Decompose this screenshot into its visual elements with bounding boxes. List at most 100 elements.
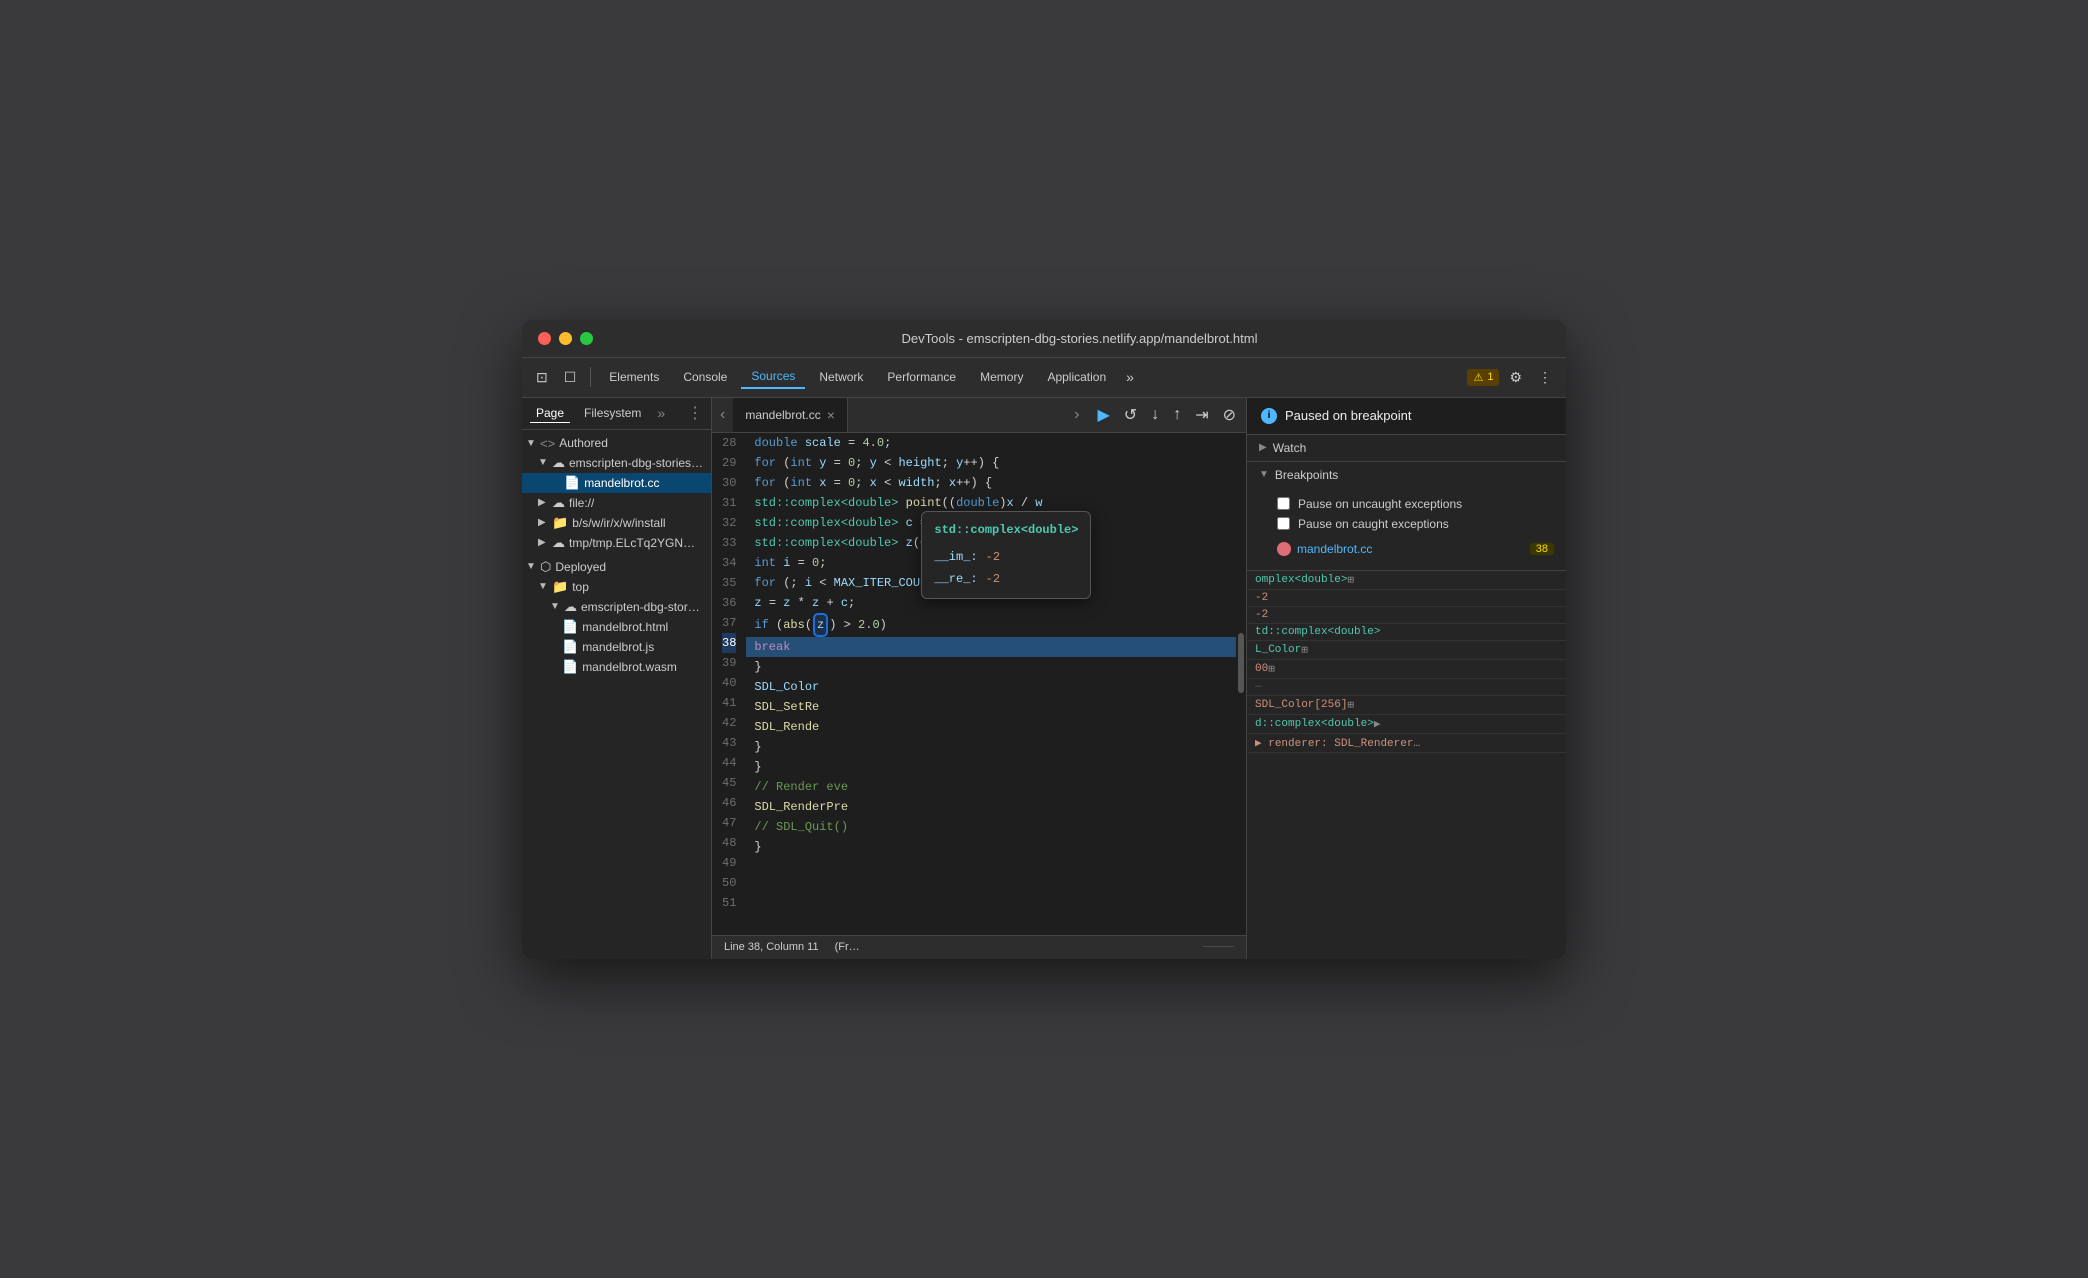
code-line-40: SDL_Color xyxy=(746,677,1246,697)
scope-row-7: — xyxy=(1247,679,1566,696)
tree-arrow-emscripten: ▼ xyxy=(538,457,552,468)
editor-area: ‹ mandelbrot.cc × › ▶ ↺ ↓ ↑ ⇥ ⊘ 28 xyxy=(712,398,1246,959)
tab-page[interactable]: Page xyxy=(530,404,570,423)
tree-item-emscripten2[interactable]: ▼ ☁ emscripten-dbg-stor… xyxy=(522,597,711,617)
tree-item-mandelbrot-wasm[interactable]: 📄 mandelbrot.wasm xyxy=(522,657,711,677)
tree-arrow-file2: ▶ xyxy=(538,497,552,508)
minimize-button[interactable] xyxy=(559,332,572,345)
close-tab-icon[interactable]: × xyxy=(827,407,835,423)
tree-item-mandelbrot-cc[interactable]: ▷ 📄 mandelbrot.cc xyxy=(522,473,711,493)
watch-arrow: ▶ xyxy=(1259,442,1267,453)
deactivate-button[interactable]: ⊘ xyxy=(1217,398,1242,432)
tree-arrow-deployed: ▼ xyxy=(526,561,540,572)
pause-uncaught-checkbox[interactable] xyxy=(1277,497,1290,510)
navigate-forward-icon[interactable]: › xyxy=(1066,398,1087,432)
watch-section: ▶ Watch xyxy=(1247,435,1566,462)
mandelbrot-wasm-label: mandelbrot.wasm xyxy=(582,660,677,674)
frame-context: (Fr… xyxy=(835,941,860,953)
tree-item-mandelbrot-js[interactable]: 📄 mandelbrot.js xyxy=(522,637,711,657)
sources-tab[interactable]: Sources xyxy=(741,365,805,389)
file-icon: 📄 xyxy=(564,475,580,491)
memory-tab[interactable]: Memory xyxy=(970,366,1033,388)
window-title: DevTools - emscripten-dbg-stories.netlif… xyxy=(609,331,1550,346)
top-label: top xyxy=(572,580,589,594)
step-over-button[interactable]: ↺ xyxy=(1118,398,1143,432)
elements-tab[interactable]: Elements xyxy=(599,366,669,388)
tooltip-re-val: -2 xyxy=(986,569,1000,589)
tmp-label: tmp/tmp.ELcTq2YGN… xyxy=(569,536,695,550)
settings-icon[interactable]: ⚙ xyxy=(1503,365,1528,390)
tooltip-title: std::complex<double> xyxy=(934,520,1078,540)
watch-header[interactable]: ▶ Watch xyxy=(1247,435,1566,461)
watch-label: Watch xyxy=(1273,441,1307,455)
device-icon[interactable]: ☐ xyxy=(558,365,583,390)
navigate-back-icon[interactable]: ‹ xyxy=(712,398,733,432)
tree-item-tmp[interactable]: ▶ ☁ tmp/tmp.ELcTq2YGN… xyxy=(522,533,711,553)
code-editor[interactable]: 28 29 30 31 32 33 34 35 36 37 38 39 40 4… xyxy=(712,433,1246,935)
pause-caught-checkbox[interactable] xyxy=(1277,517,1290,530)
long-resume-button[interactable]: ⇥ xyxy=(1189,398,1214,432)
sidebar-more-icon[interactable]: » xyxy=(657,405,665,421)
scope-type-5: L_Color xyxy=(1255,644,1301,656)
tree-item-authored[interactable]: ▼ <> Authored xyxy=(522,434,711,453)
info-icon: i xyxy=(1261,408,1277,424)
warning-count: 1 xyxy=(1487,371,1493,383)
code-line-29: for (int y = 0; y < height; y++) { xyxy=(746,453,1246,473)
code-line-47: SDL_RenderPre xyxy=(746,797,1246,817)
tree-item-file[interactable]: ▶ ☁ file:// xyxy=(522,493,711,513)
code-line-30: for (int x = 0; x < width; x++) { xyxy=(746,473,1246,493)
breakpoint-item-1: mandelbrot.cc 38 xyxy=(1277,538,1554,560)
pause-caught-row: Pause on caught exceptions xyxy=(1277,514,1554,534)
toolbar-separator xyxy=(590,367,591,387)
warning-badge: ⚠ 1 xyxy=(1467,369,1499,386)
console-tab[interactable]: Console xyxy=(673,366,737,388)
close-button[interactable] xyxy=(538,332,551,345)
tree-item-top[interactable]: ▼ 📁 top xyxy=(522,577,711,597)
sidebar-menu-icon[interactable]: ⋮ xyxy=(687,403,703,423)
scope-sep: — xyxy=(1255,681,1262,693)
cloud-icon4: ☁ xyxy=(564,599,577,615)
editor-tab-mandelbrot-cc[interactable]: mandelbrot.cc × xyxy=(733,398,848,432)
emscripten-label: emscripten-dbg-stories… xyxy=(569,456,703,470)
tree-item-bsw[interactable]: ▶ 📁 b/s/w/ir/x/w/install xyxy=(522,513,711,533)
deployed-label: Deployed xyxy=(555,560,606,574)
file-tree: ▼ <> Authored ▼ ☁ emscripten-dbg-stories… xyxy=(522,430,711,959)
breakpoints-header[interactable]: ▼ Breakpoints xyxy=(1247,462,1566,488)
dots-menu-icon[interactable]: ⋮ xyxy=(1532,365,1558,390)
devtools-window: DevTools - emscripten-dbg-stories.netlif… xyxy=(522,320,1566,959)
titlebar: DevTools - emscripten-dbg-stories.netlif… xyxy=(522,320,1566,358)
file-label: file:// xyxy=(569,496,594,510)
scrollbar-track[interactable] xyxy=(1236,433,1246,935)
breakpoint-filename: mandelbrot.cc xyxy=(1297,542,1372,556)
scope-row-2: -2 xyxy=(1247,590,1566,607)
tree-item-mandelbrot-html[interactable]: 📄 mandelbrot.html xyxy=(522,617,711,637)
application-tab[interactable]: Application xyxy=(1037,366,1116,388)
more-tabs-icon[interactable]: » xyxy=(1120,365,1140,389)
step-into-button[interactable]: ↓ xyxy=(1145,398,1165,432)
tooltip-row-im: __im_: -2 xyxy=(934,546,1078,568)
js-file-icon: 📄 xyxy=(562,639,578,655)
z-variable-highlight: z xyxy=(813,613,828,637)
main-toolbar: ⊡ ☐ Elements Console Sources Network Per… xyxy=(522,358,1566,398)
tooltip-im-val: -2 xyxy=(986,547,1000,567)
code-line-38: break xyxy=(746,637,1246,657)
main-content: Page Filesystem » ⋮ ▼ <> Authored ▼ ☁ em… xyxy=(522,398,1566,959)
tree-item-emscripten[interactable]: ▼ ☁ emscripten-dbg-stories… xyxy=(522,453,711,473)
cloud-icon3: ☁ xyxy=(552,535,565,551)
tree-item-deployed[interactable]: ▼ ⬡ Deployed xyxy=(522,557,711,577)
resume-button[interactable]: ▶ xyxy=(1091,398,1115,432)
network-tab[interactable]: Network xyxy=(809,366,873,388)
inspect-icon[interactable]: ⊡ xyxy=(530,365,554,390)
scrollbar-thumb[interactable] xyxy=(1238,633,1244,693)
tree-arrow-top: ▼ xyxy=(538,581,552,592)
scope-row-8: SDL_Color[256]⊞ xyxy=(1247,696,1566,715)
code-line-41: SDL_SetRe xyxy=(746,697,1246,717)
code-content[interactable]: double scale = 4.0; for (int y = 0; y < … xyxy=(746,433,1246,935)
maximize-button[interactable] xyxy=(580,332,593,345)
tooltip-im-key: __im_: xyxy=(934,547,977,567)
code-line-50: } xyxy=(746,837,1246,857)
tab-filesystem[interactable]: Filesystem xyxy=(578,404,647,422)
cloud-icon: ☁ xyxy=(552,455,565,471)
performance-tab[interactable]: Performance xyxy=(877,366,966,388)
step-out-button[interactable]: ↑ xyxy=(1167,398,1187,432)
